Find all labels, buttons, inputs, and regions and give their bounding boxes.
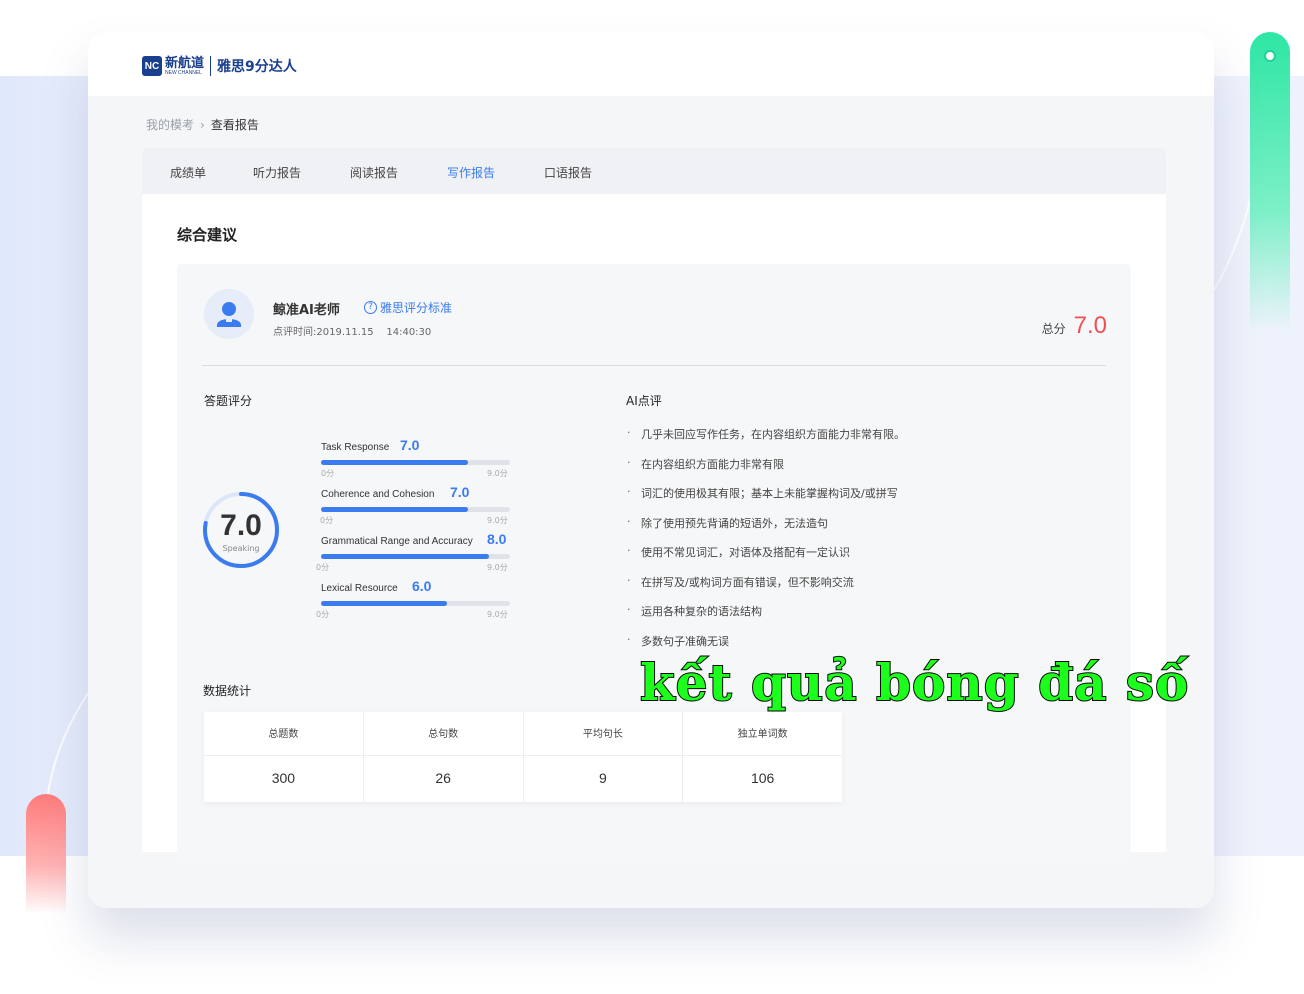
criterion-fill (321, 601, 447, 606)
criterion-fill (321, 507, 468, 512)
tab-speaking[interactable]: 口语报告 (544, 148, 592, 194)
criterion-score: 6.0 (412, 578, 432, 594)
stats-title: 数据统计 (203, 684, 252, 698)
logo-en: NEW CHANNEL (165, 69, 202, 76)
list-item: 词汇的使用极其有限；基本上未能掌握构词及/或拼写 (627, 485, 905, 515)
scoring-standard-label: 雅思评分标准 (380, 301, 453, 315)
top-bar: NC 新航道 NEW CHANNEL 雅思9分达人 (88, 32, 1214, 96)
criterion-min: 0分 (316, 610, 330, 619)
user-icon (217, 302, 241, 327)
criterion-max: 9.0分 (487, 610, 508, 619)
criterion-score: 7.0 (450, 484, 470, 500)
criterion-score: 7.0 (400, 437, 420, 453)
tab-writing[interactable]: 写作报告 (447, 148, 495, 194)
logo-cn: 新航道 (165, 55, 205, 71)
criterion-track (321, 507, 510, 512)
review-date: 2019.11.15 (316, 327, 374, 338)
red-decor-pill (26, 794, 66, 914)
divider (202, 365, 1106, 366)
overall-score-label: Speaking (222, 544, 260, 553)
green-decor-pill (1250, 32, 1290, 332)
logo-badge: NC (142, 56, 162, 76)
question-icon: ? (364, 301, 377, 314)
stat-header: 总句数 (363, 712, 523, 756)
stat-column: 平均句长 9 (523, 712, 684, 802)
section-title: 综合建议 (177, 226, 238, 244)
criterion-track (321, 554, 510, 559)
criterion-max: 9.0分 (487, 563, 508, 572)
criterion-max: 9.0分 (487, 469, 508, 478)
criterion-task-response: Task Response 7.0 0分 9.0分 (321, 437, 511, 482)
criterion-coherence: Coherence and Cohesion 7.0 0分 9.0分 (320, 484, 511, 529)
overall-score-value: 7.0 (220, 509, 262, 542)
stat-header: 平均句长 (523, 712, 683, 756)
criterion-name: Task Response (321, 442, 390, 453)
review-time: 点评时间:2019.11.15 14:40:30 (273, 323, 431, 338)
criterion-min: 0分 (321, 469, 335, 478)
stat-value: 106 (750, 770, 775, 786)
report-card: 鲸准AI老师 ? 雅思评分标准 点评时间:2019.11.15 14:40:30… (177, 264, 1131, 864)
criterion-name: Grammatical Range and Accuracy (321, 536, 473, 547)
review-time-label: 点评时间: (273, 327, 317, 338)
total-score-value: 7.0 (1073, 312, 1107, 339)
logo-slogan: 雅思9分达人 (217, 59, 297, 75)
list-item: 运用各种复杂的语法结构 (627, 603, 905, 633)
stat-column: 总句数 26 (363, 712, 524, 802)
report-panel: 综合建议 鲸准AI老师 ? 雅思评分标准 点评时间:2019.11.15 14:… (142, 194, 1166, 864)
review-clock: 14:40:30 (386, 327, 432, 338)
breadcrumb-parent[interactable]: 我的模考 (146, 116, 194, 133)
list-item: 几乎未回应写作任务，在内容组织方面能力非常有限。 (627, 426, 905, 456)
list-item: 除了使用预先背诵的短语外，无法造句 (627, 515, 905, 545)
logo-separator (210, 56, 212, 76)
criterion-min: 0分 (316, 563, 330, 572)
total-score: 总分 7.0 (1042, 312, 1107, 340)
screenshot-stage: NC 新航道 NEW CHANNEL 雅思9分达人 我的模考 › 查看报告 成绩… (0, 0, 1304, 994)
ai-review-list: 几乎未回应写作任务，在内容组织方面能力非常有限。 在内容组织方面能力非常有限 词… (627, 426, 905, 662)
stat-value: 9 (598, 770, 607, 786)
chevron-right-icon: › (200, 117, 205, 132)
criterion-score: 8.0 (487, 531, 507, 547)
green-decor-dot (1264, 50, 1276, 62)
stats-table: 总题数 300 总句数 26 平均句长 9 独立单词数 106 (204, 712, 842, 802)
ai-review-title: AI点评 (626, 394, 662, 408)
tab-reading[interactable]: 阅读报告 (350, 148, 398, 194)
app-window: NC 新航道 NEW CHANNEL 雅思9分达人 我的模考 › 查看报告 成绩… (88, 32, 1214, 908)
logo-wordmark: 新航道 NEW CHANNEL (165, 57, 204, 76)
stat-column: 独立单词数 106 (683, 712, 842, 802)
criterion-name: Lexical Resource (321, 583, 398, 594)
stat-column: 总题数 300 (204, 712, 364, 802)
criterion-fill (321, 554, 489, 559)
criterion-grammar: Grammatical Range and Accuracy 8.0 0分 9.… (316, 531, 511, 576)
tab-transcript[interactable]: 成绩单 (170, 148, 206, 194)
overlay-caption: kết quả bóng đá số (639, 652, 1190, 713)
criterion-track (321, 601, 510, 606)
criterion-name: Coherence and Cohesion (321, 489, 435, 500)
criterion-max: 9.0分 (487, 516, 508, 525)
avatar (204, 289, 254, 339)
list-item: 使用不常见词汇，对语体及搭配有一定认识 (627, 544, 905, 574)
criterion-min: 0分 (320, 516, 334, 525)
list-item: 在内容组织方面能力非常有限 (627, 456, 905, 486)
stat-value: 300 (271, 770, 296, 786)
total-score-label: 总分 (1041, 322, 1066, 336)
criterion-lexical: Lexical Resource 6.0 0分 9.0分 (316, 578, 511, 623)
breadcrumb: 我的模考 › 查看报告 (146, 116, 259, 133)
brand-logo[interactable]: NC 新航道 NEW CHANNEL 雅思9分达人 (142, 54, 297, 78)
stat-value: 26 (435, 770, 451, 786)
criterion-track (321, 460, 510, 465)
breadcrumb-current: 查看报告 (210, 118, 259, 132)
stat-header: 独立单词数 (683, 712, 842, 756)
list-item: 在拼写及/或构词方面有错误，但不影响交流 (627, 574, 905, 604)
criterion-fill (321, 460, 468, 465)
teacher-name: 鲸准AI老师 (273, 303, 340, 318)
scoring-standard-link[interactable]: ? 雅思评分标准 (364, 299, 452, 316)
stat-header: 总题数 (204, 712, 363, 756)
tab-listening[interactable]: 听力报告 (253, 148, 301, 194)
scoring-title: 答题评分 (204, 394, 253, 408)
report-tabs: 成绩单 听力报告 阅读报告 写作报告 口语报告 (142, 148, 1166, 194)
